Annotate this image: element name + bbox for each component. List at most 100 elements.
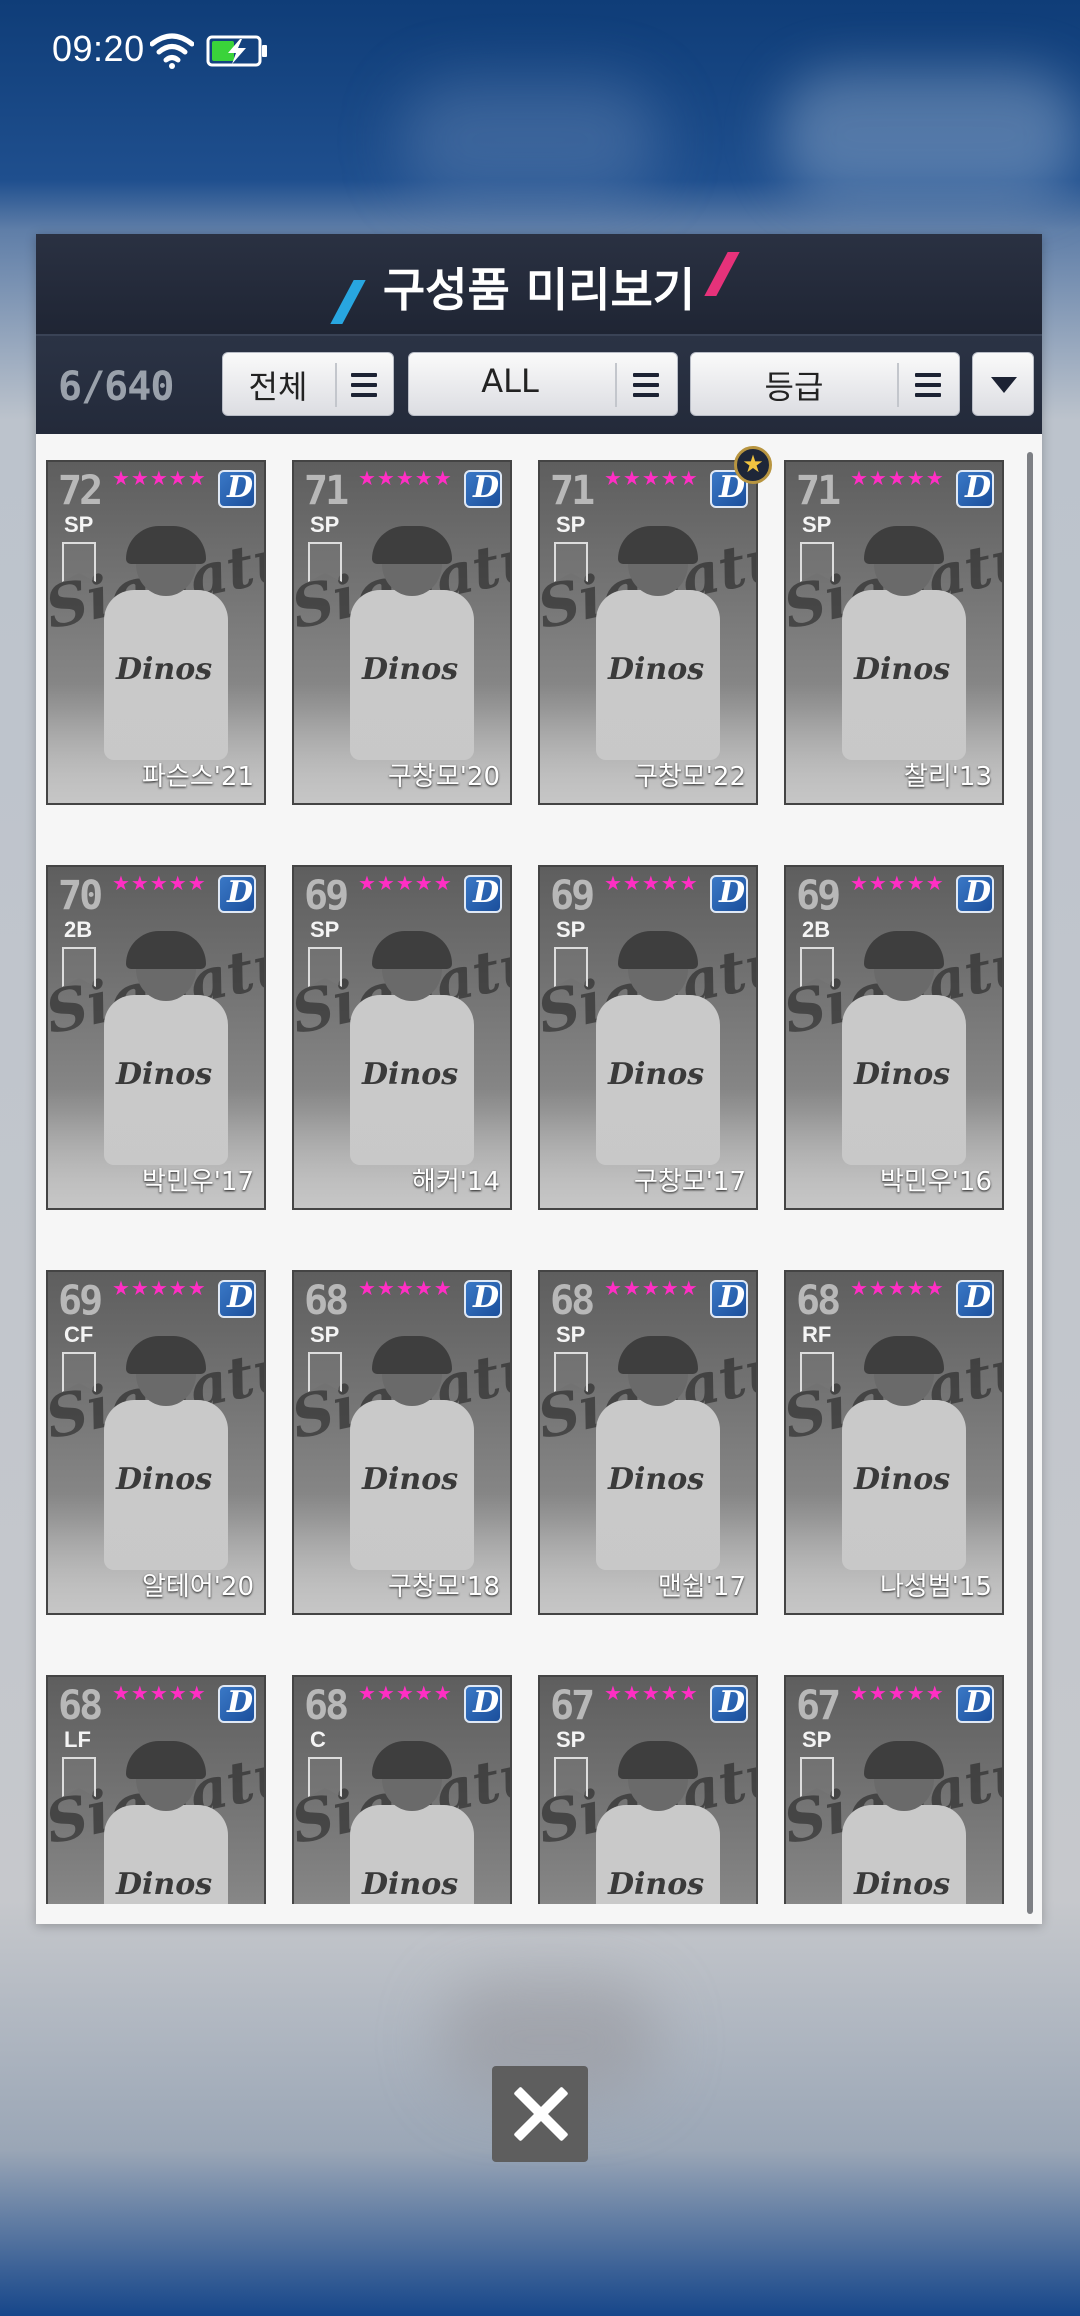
card-stars: ★★★★★	[850, 1683, 945, 1705]
scrollbar[interactable]	[1027, 452, 1033, 1914]
card-rating: 71	[304, 468, 349, 514]
team-logo-letter: D	[965, 875, 992, 910]
team-logo-letter: D	[719, 1280, 746, 1315]
jersey-text: Dinos	[116, 1462, 213, 1497]
player-cap	[126, 1741, 206, 1779]
status-time: 09:20	[52, 28, 145, 69]
card-rating: 68	[304, 1683, 349, 1729]
card-stars: ★★★★★	[358, 1278, 453, 1300]
player-card[interactable]: SignatureDinos71SP★★★★★D찰리'13	[784, 460, 1004, 805]
team-logo-letter: D	[227, 1280, 254, 1315]
card-rating: 67	[550, 1683, 595, 1729]
jersey-text: Dinos	[854, 1867, 951, 1902]
team-logo-letter: D	[227, 1685, 254, 1720]
team-logo-icon: D	[956, 1280, 994, 1318]
card-position: SP	[310, 512, 340, 537]
player-card[interactable]: SignatureDinos67SP★★★★★D	[538, 1675, 758, 1904]
card-rating: 71	[796, 468, 841, 514]
player-cap	[372, 931, 452, 969]
modal-header: 구성품 미리보기	[36, 234, 1042, 334]
card-rating: 68	[550, 1278, 595, 1324]
filter-bar: 6/640 전체 ALL 등급	[36, 334, 1042, 434]
player-card[interactable]: SignatureDinos69SP★★★★★D구창모'17	[538, 865, 758, 1210]
player-card[interactable]: SignatureDinos72SP★★★★★D파슨스'21	[46, 460, 266, 805]
jersey-text: Dinos	[116, 1057, 213, 1092]
grade-filter-dropdown[interactable]: 등급	[690, 352, 960, 416]
card-stars: ★★★★★	[850, 1278, 945, 1300]
card-stars: ★★★★★	[604, 1683, 699, 1705]
menu-icon	[351, 373, 377, 397]
jersey-text: Dinos	[116, 1867, 213, 1902]
player-card[interactable]: SignatureDinos71SP★★★★★D구창모'20	[292, 460, 512, 805]
jersey-text: Dinos	[608, 652, 705, 687]
card-fog	[48, 1898, 264, 1904]
card-rating: 68	[796, 1278, 841, 1324]
dropdown-divider	[335, 363, 337, 407]
card-rating: 69	[550, 873, 595, 919]
player-card[interactable]: SignatureDinos68SP★★★★★D맨쉽'17	[538, 1270, 758, 1615]
card-stars: ★★★★★	[112, 1683, 207, 1705]
jersey-text: Dinos	[362, 652, 459, 687]
team-logo-letter: D	[473, 1280, 500, 1315]
jersey-text: Dinos	[854, 1057, 951, 1092]
player-photo: Dinos	[86, 1741, 236, 1904]
card-rating: 69	[304, 873, 349, 919]
player-card[interactable]: SignatureDinos68RF★★★★★D나성범'15	[784, 1270, 1004, 1615]
player-cap	[618, 526, 698, 564]
card-player-name: 구창모'18	[388, 1572, 500, 1602]
team-logo-icon: D	[464, 470, 502, 508]
jersey-text: Dinos	[608, 1867, 705, 1902]
player-card[interactable]: SignatureDinos702B★★★★★D박민우'17	[46, 865, 266, 1210]
player-photo: Dinos	[578, 1741, 728, 1904]
player-card[interactable]: SignatureDinos68LF★★★★★D	[46, 1675, 266, 1904]
dropdown-divider	[897, 363, 899, 407]
team-logo-icon: D	[218, 1685, 256, 1723]
type-filter-label: 전체	[248, 368, 308, 406]
team-logo-icon: D	[710, 1280, 748, 1318]
card-player-name: 파슨스'21	[142, 762, 254, 792]
team-logo-letter: D	[473, 1685, 500, 1720]
dropdown-divider	[615, 363, 617, 407]
team-logo-icon: D	[956, 875, 994, 913]
player-card[interactable]: SignatureDinos68C★★★★★D	[292, 1675, 512, 1904]
card-rating: 68	[304, 1278, 349, 1324]
player-cap	[126, 931, 206, 969]
team-logo-letter: D	[965, 1685, 992, 1720]
team-logo-icon: D	[464, 875, 502, 913]
grade-filter-label: 등급	[764, 368, 824, 406]
battery-charging-icon	[206, 35, 267, 67]
player-cap	[372, 526, 452, 564]
player-cap	[618, 1336, 698, 1374]
player-photo: Dinos	[824, 1741, 974, 1904]
chevron-down-icon	[991, 377, 1017, 393]
jersey-text: Dinos	[608, 1462, 705, 1497]
card-player-name: 박민우'17	[142, 1167, 254, 1197]
close-button[interactable]	[492, 2066, 588, 2162]
player-cap	[126, 526, 206, 564]
player-card[interactable]: SignatureDinos67SP★★★★★D	[784, 1675, 1004, 1904]
sort-dropdown-button[interactable]	[972, 352, 1034, 416]
team-filter-dropdown[interactable]: ALL	[408, 352, 678, 416]
modal-title: 구성품 미리보기	[382, 263, 696, 317]
card-grid[interactable]: SignatureDinos72SP★★★★★D파슨스'21SignatureD…	[36, 434, 1042, 1904]
team-logo-icon: D	[710, 875, 748, 913]
team-logo-icon: D	[218, 470, 256, 508]
card-player-name: 알테어'20	[142, 1572, 254, 1602]
player-cap	[618, 931, 698, 969]
card-position: SP	[556, 1322, 586, 1347]
player-card[interactable]: SignatureDinos69SP★★★★★D해커'14	[292, 865, 512, 1210]
player-card[interactable]: SignatureDinos68SP★★★★★D구창모'18	[292, 1270, 512, 1615]
preview-modal: 구성품 미리보기 6/640 전체 ALL 등급 SignatureDinos7…	[36, 234, 1042, 1924]
type-filter-dropdown[interactable]: 전체	[222, 352, 394, 416]
player-cap	[864, 1741, 944, 1779]
status-bar: 09:20	[0, 0, 1080, 100]
player-card[interactable]: SignatureDinos692B★★★★★D박민우'16	[784, 865, 1004, 1210]
card-position: SP	[802, 512, 832, 537]
card-player-name: 찰리'13	[903, 762, 992, 792]
jersey-text: Dinos	[854, 1462, 951, 1497]
card-fog	[786, 1898, 1002, 1904]
card-position: SP	[310, 917, 340, 942]
player-card[interactable]: SignatureDinos71SP★★★★★D구창모'22	[538, 460, 758, 805]
player-card[interactable]: SignatureDinos69CF★★★★★D알테어'20	[46, 1270, 266, 1615]
jersey-text: Dinos	[116, 652, 213, 687]
